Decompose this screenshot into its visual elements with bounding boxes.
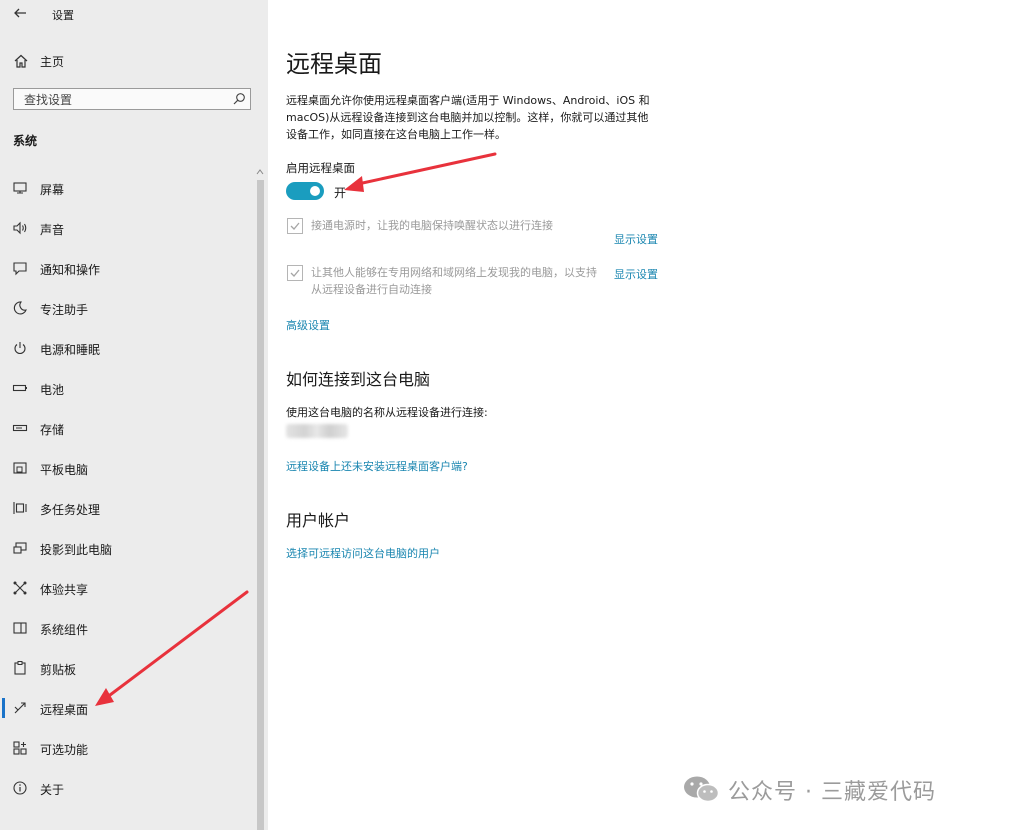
project-icon <box>13 542 27 554</box>
install-client-link[interactable]: 远程设备上还未安装远程桌面客户端? <box>286 458 468 474</box>
sidebar-item-label: 专注助手 <box>40 303 89 317</box>
sidebar-item-notifications[interactable]: 通知和操作 <box>0 248 254 288</box>
battery-icon <box>12 384 27 392</box>
wechat-icon <box>684 776 720 803</box>
accounts-heading: 用户帐户 <box>286 511 351 530</box>
sidebar-item-shared-experiences[interactable]: 体验共享 <box>0 568 254 608</box>
power-icon <box>14 342 26 355</box>
sidebar-item-focus-assist[interactable]: 专注助手 <box>0 288 254 328</box>
pc-name-blurred <box>286 424 348 438</box>
sidebar-item-label: 电源和睡眠 <box>40 343 101 357</box>
sidebar-item-label: 存储 <box>40 423 65 437</box>
title-bar: 设置 <box>0 0 268 28</box>
sidebar-nav: 屏幕 声音 通知和操作 专注助手 电源和睡眠 电池 存储 平板电脑 多任务处理 … <box>0 168 254 808</box>
share-icon <box>13 581 27 595</box>
storage-icon <box>12 424 28 432</box>
toggle-knob <box>310 186 320 196</box>
sidebar-item-optional-features[interactable]: 可选功能 <box>0 728 254 768</box>
sidebar-item-label: 声音 <box>40 223 65 237</box>
sidebar-home-label: 主页 <box>40 55 65 69</box>
optional-features-icon <box>13 741 27 755</box>
remote-desktop-icon <box>14 702 26 714</box>
sidebar-item-power-sleep[interactable]: 电源和睡眠 <box>0 328 254 368</box>
sidebar-item-tablet[interactable]: 平板电脑 <box>0 448 254 488</box>
toggle-label: 启用远程桌面 <box>286 161 355 175</box>
search-box[interactable] <box>13 88 251 110</box>
sidebar-item-label: 电池 <box>40 383 65 397</box>
sidebar-item-label: 关于 <box>40 783 65 797</box>
connect-text: 使用这台电脑的名称从远程设备进行连接: <box>286 406 488 419</box>
sidebar-item-label: 通知和操作 <box>40 263 101 277</box>
scroll-up-icon[interactable] <box>256 168 264 176</box>
scroll-thumb[interactable] <box>257 180 264 830</box>
sidebar-item-system-components[interactable]: 系统组件 <box>0 608 254 648</box>
sidebar-item-about[interactable]: 关于 <box>0 768 254 808</box>
monitor-icon <box>13 182 27 194</box>
active-indicator <box>2 698 5 718</box>
main-content: 远程桌面 远程桌面允许你使用远程桌面客户端(适用于 Windows、Androi… <box>268 0 1024 830</box>
sidebar-item-label: 系统组件 <box>40 623 89 637</box>
sidebar-item-display[interactable]: 屏幕 <box>0 168 254 208</box>
sidebar-item-multitasking[interactable]: 多任务处理 <box>0 488 254 528</box>
remote-desktop-toggle[interactable] <box>286 182 324 200</box>
back-arrow-icon[interactable] <box>12 5 28 21</box>
toggle-state: 开 <box>334 186 347 200</box>
components-icon <box>13 622 27 634</box>
sidebar-item-storage[interactable]: 存储 <box>0 408 254 448</box>
tablet-icon <box>13 462 27 474</box>
page-title: 远程桌面 <box>286 50 382 78</box>
sidebar-item-remote-desktop[interactable]: 远程桌面 <box>0 688 254 728</box>
multitask-icon <box>13 502 27 514</box>
moon-icon <box>13 301 27 315</box>
display-settings-link-2[interactable]: 显示设置 <box>614 266 658 282</box>
advanced-settings-link[interactable]: 高级设置 <box>286 317 330 333</box>
connect-heading: 如何连接到这台电脑 <box>286 370 431 389</box>
discoverable-text: 让其他人能够在专用网络和域网络上发现我的电脑，以支持从远程设备进行自动连接 <box>311 266 597 296</box>
sidebar-home[interactable]: 主页 <box>0 48 254 74</box>
sidebar-item-label: 体验共享 <box>40 583 89 597</box>
speaker-icon <box>13 221 27 235</box>
checkmark-icon <box>290 269 300 277</box>
sidebar-item-battery[interactable]: 电池 <box>0 368 254 408</box>
sidebar-item-label: 远程桌面 <box>40 703 89 717</box>
info-icon <box>13 781 27 795</box>
sidebar: 设置 主页 系统 屏幕 声音 通知和操作 专注助手 <box>0 0 268 830</box>
home-icon <box>14 54 28 68</box>
display-settings-link-1[interactable]: 显示设置 <box>614 231 658 247</box>
app-title: 设置 <box>52 9 74 22</box>
sidebar-item-label: 平板电脑 <box>40 463 89 477</box>
sidebar-item-label: 投影到此电脑 <box>40 543 113 557</box>
sidebar-item-label: 多任务处理 <box>40 503 101 517</box>
watermark-text: 公众号 · 三藏爱代码 <box>728 780 936 805</box>
search-input[interactable] <box>22 91 226 109</box>
clipboard-icon <box>14 661 26 675</box>
sidebar-item-clipboard[interactable]: 剪贴板 <box>0 648 254 688</box>
section-title: 系统 <box>13 134 38 148</box>
sidebar-item-project-to-pc[interactable]: 投影到此电脑 <box>0 528 254 568</box>
page-description: 远程桌面允许你使用远程桌面客户端(适用于 Windows、Android、iOS… <box>286 94 650 141</box>
search-icon[interactable] <box>232 92 246 106</box>
sidebar-item-sound[interactable]: 声音 <box>0 208 254 248</box>
select-users-link[interactable]: 选择可远程访问这台电脑的用户 <box>286 545 440 561</box>
sidebar-item-label: 屏幕 <box>40 183 65 197</box>
notification-icon <box>13 262 27 276</box>
keep-awake-text: 接通电源时，让我的电脑保持唤醒状态以进行连接 <box>311 219 553 232</box>
keep-awake-checkbox[interactable] <box>287 218 303 234</box>
sidebar-item-label: 剪贴板 <box>40 663 77 677</box>
discoverable-checkbox[interactable] <box>287 265 303 281</box>
checkmark-icon <box>290 222 300 230</box>
sidebar-scrollbar[interactable] <box>254 168 266 830</box>
sidebar-item-label: 可选功能 <box>40 743 89 757</box>
